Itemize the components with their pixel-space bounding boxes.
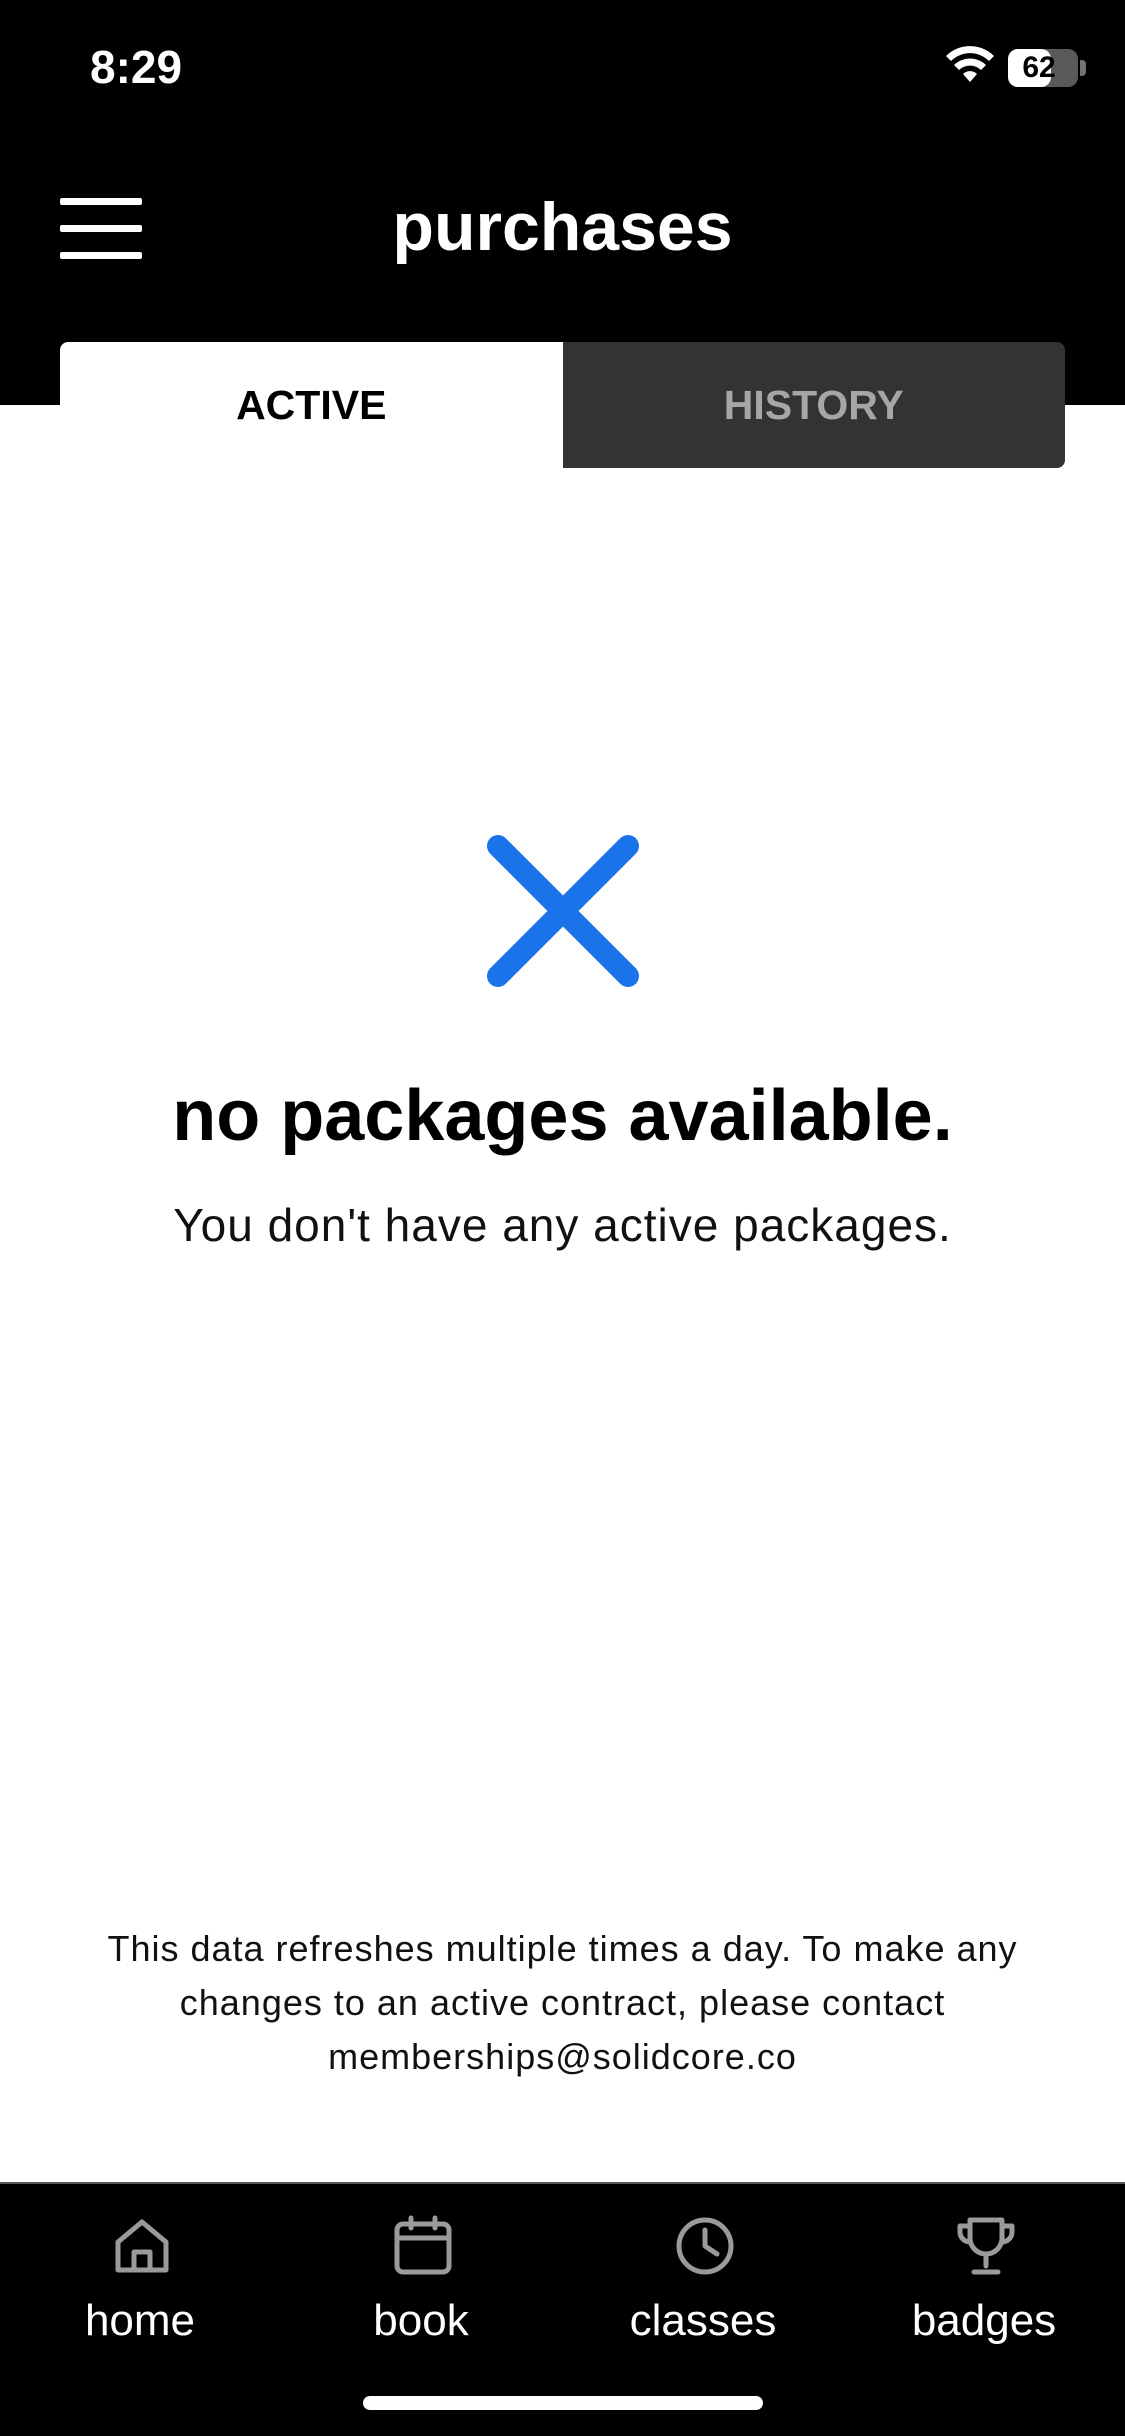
footer-note: This data refreshes multiple times a day… (60, 1922, 1065, 2084)
tab-history[interactable]: HISTORY (562, 342, 1065, 468)
nav-classes[interactable]: classes (563, 2214, 843, 2374)
footer-note-line: This data refreshes multiple times a day… (107, 1928, 1018, 1969)
home-icon (115, 2219, 169, 2273)
calendar-icon (394, 2215, 452, 2275)
empty-state-title: no packages available. (172, 1076, 953, 1156)
purchases-screen: 8:29 62 purchases ACTIVE HISTORY no pack… (0, 0, 1125, 2436)
nav-badges[interactable]: badges (844, 2214, 1124, 2374)
status-time: 8:29 (90, 41, 183, 93)
page-title: purchases (392, 189, 733, 265)
tab-bar: ACTIVE HISTORY (60, 342, 1065, 468)
footer-note-line: changes to an active contract, please co… (179, 1982, 946, 2023)
battery-icon: 62 (1008, 49, 1078, 87)
battery-cap (1080, 60, 1086, 76)
nav-label: badges (911, 2296, 1057, 2345)
battery-level: 62 (1022, 51, 1056, 84)
home-indicator[interactable] (363, 2396, 763, 2410)
nav-label: classes (629, 2296, 777, 2345)
tab-active[interactable]: ACTIVE (60, 342, 563, 468)
nav-home[interactable]: home (0, 2214, 280, 2374)
x-icon (487, 835, 639, 987)
empty-state-subtitle: You don't have any active packages. (173, 1199, 952, 1251)
nav-label: home (84, 2296, 196, 2345)
nav-book[interactable]: book (281, 2214, 561, 2374)
clock-icon (676, 2217, 734, 2275)
wifi-icon (946, 46, 994, 82)
trophy-icon (957, 2217, 1015, 2275)
nav-label: book (373, 2296, 469, 2345)
memberships-email-link[interactable]: memberships@solidcore.co (60, 2030, 1065, 2084)
